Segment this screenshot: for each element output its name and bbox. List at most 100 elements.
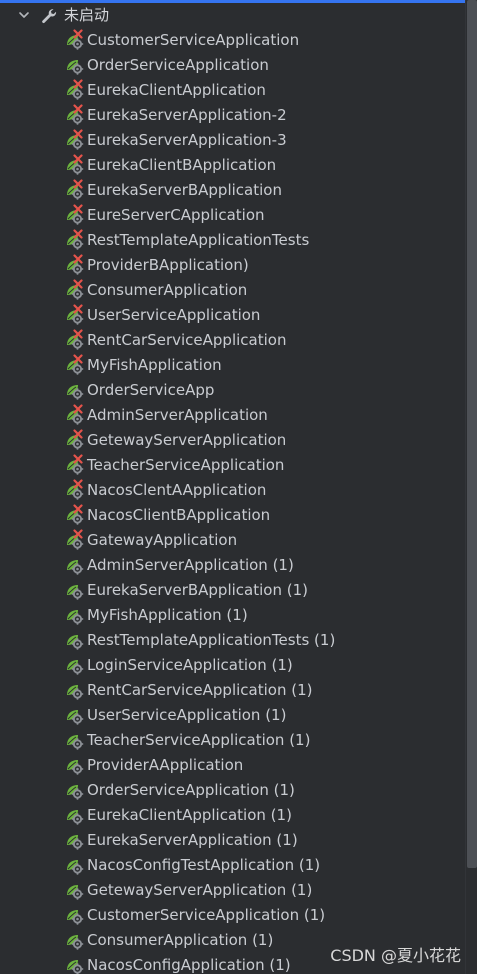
run-configuration-item[interactable]: GetewayServerApplication	[0, 428, 465, 453]
spring-boot-error-icon	[64, 529, 86, 551]
spring-boot-icon	[64, 679, 86, 701]
spring-boot-error-icon	[64, 79, 86, 101]
run-configuration-label: EureServerCApplication	[87, 206, 265, 224]
spring-boot-icon	[64, 604, 86, 626]
run-configuration-label: NacosConfigApplication (1)	[87, 956, 291, 974]
spring-boot-error-icon	[64, 129, 86, 151]
run-configuration-item[interactable]: EurekaServerApplication-3	[0, 128, 465, 153]
run-configuration-label: OrderServiceApplication (1)	[87, 781, 295, 799]
run-configuration-label: NacosClentAApplication	[87, 481, 267, 499]
run-configuration-label: CustomerServiceApplication	[87, 31, 300, 49]
run-configuration-item[interactable]: NacosClentAApplication	[0, 478, 465, 503]
spring-boot-icon	[64, 929, 86, 951]
run-configuration-item[interactable]: ConsumerApplication	[0, 278, 465, 303]
run-configuration-item[interactable]: TeacherServiceApplication (1)	[0, 728, 465, 753]
run-configuration-item[interactable]: EurekaServerApplication (1)	[0, 828, 465, 853]
run-configuration-label: OrderServiceApplication	[87, 56, 269, 74]
run-configuration-label: ConsumerApplication (1)	[87, 931, 274, 949]
spring-boot-icon	[64, 54, 86, 76]
spring-boot-icon	[64, 704, 86, 726]
run-configuration-item[interactable]: UserServiceApplication (1)	[0, 703, 465, 728]
spring-boot-error-icon	[64, 29, 86, 51]
run-configuration-item[interactable]: GetewayServerApplication (1)	[0, 878, 465, 903]
run-configuration-label: GetewayServerApplication (1)	[87, 881, 313, 899]
run-configuration-label: LoginServiceApplication (1)	[87, 656, 293, 674]
spring-boot-error-icon	[64, 354, 86, 376]
spring-boot-error-icon	[64, 179, 86, 201]
spring-boot-icon	[64, 879, 86, 901]
run-configuration-label: EurekaClientBApplication	[87, 156, 277, 174]
spring-boot-error-icon	[64, 479, 86, 501]
run-configuration-item[interactable]: RentCarServiceApplication	[0, 328, 465, 353]
run-configuration-label: EurekaServerBApplication	[87, 181, 282, 199]
spring-boot-icon	[64, 854, 86, 876]
spring-boot-error-icon	[64, 154, 86, 176]
run-configuration-item[interactable]: NacosClientBApplication	[0, 503, 465, 528]
run-configuration-item[interactable]: TeacherServiceApplication	[0, 453, 465, 478]
run-configuration-item[interactable]: CustomerServiceApplication	[0, 28, 465, 53]
run-configuration-label: EurekaServerApplication (1)	[87, 831, 298, 849]
spring-boot-icon	[64, 729, 86, 751]
spring-boot-error-icon	[64, 404, 86, 426]
run-configuration-item[interactable]: NacosConfigTestApplication (1)	[0, 853, 465, 878]
chevron-down-icon[interactable]	[16, 7, 32, 23]
vertical-scrollbar-thumb[interactable]	[467, 0, 477, 868]
run-configuration-item[interactable]: UserServiceApplication	[0, 303, 465, 328]
spring-boot-icon	[64, 629, 86, 651]
run-configuration-label: AdminServerApplication	[87, 406, 268, 424]
run-configuration-item[interactable]: GatewayApplication	[0, 528, 465, 553]
run-configuration-label: EurekaClientApplication	[87, 81, 266, 99]
run-configuration-label: CustomerServiceApplication (1)	[87, 906, 326, 924]
spring-boot-error-icon	[64, 204, 86, 226]
spring-boot-icon	[64, 779, 86, 801]
run-configuration-item[interactable]: EurekaServerBApplication	[0, 178, 465, 203]
run-configuration-item[interactable]: EurekaServerBApplication (1)	[0, 578, 465, 603]
run-configuration-label: AdminServerApplication (1)	[87, 556, 294, 574]
run-configuration-label: EurekaClientApplication (1)	[87, 806, 292, 824]
run-configuration-label: UserServiceApplication	[87, 306, 261, 324]
spring-boot-icon	[64, 954, 86, 974]
services-tree[interactable]: 未启动 CustomerServiceApplication OrderServi…	[0, 3, 465, 974]
run-configuration-item[interactable]: MyFishApplication (1)	[0, 603, 465, 628]
run-configuration-label: ProviderAApplication	[87, 756, 244, 774]
run-configuration-item[interactable]: EurekaClientApplication	[0, 78, 465, 103]
run-configuration-item[interactable]: OrderServiceApp	[0, 378, 465, 403]
spring-boot-error-icon	[64, 279, 86, 301]
spring-boot-icon	[64, 754, 86, 776]
run-configuration-item[interactable]: EureServerCApplication	[0, 203, 465, 228]
run-configuration-item[interactable]: OrderServiceApplication (1)	[0, 778, 465, 803]
run-configuration-item[interactable]: CustomerServiceApplication (1)	[0, 903, 465, 928]
run-configuration-item[interactable]: LoginServiceApplication (1)	[0, 653, 465, 678]
spring-boot-icon	[64, 579, 86, 601]
group-not-started[interactable]: 未启动	[0, 3, 465, 28]
run-configuration-item[interactable]: RentCarServiceApplication (1)	[0, 678, 465, 703]
run-configuration-item[interactable]: RestTemplateApplicationTests (1)	[0, 628, 465, 653]
run-configuration-label: EurekaServerApplication-3	[87, 131, 287, 149]
spring-boot-error-icon	[64, 104, 86, 126]
run-configuration-item[interactable]: MyFishApplication	[0, 353, 465, 378]
run-configuration-label: EurekaServerBApplication (1)	[87, 581, 308, 599]
wrench-icon	[42, 9, 57, 24]
run-configuration-item[interactable]: EurekaClientBApplication	[0, 153, 465, 178]
group-label: 未启动	[64, 6, 110, 24]
run-configuration-item[interactable]: ProviderAApplication	[0, 753, 465, 778]
run-configuration-item[interactable]: ProviderBApplication)	[0, 253, 465, 278]
run-configuration-item[interactable]: AdminServerApplication	[0, 403, 465, 428]
run-configuration-item[interactable]: RestTemplateApplicationTests	[0, 228, 465, 253]
run-configuration-label: MyFishApplication	[87, 356, 222, 374]
run-configuration-label: GetewayServerApplication	[87, 431, 287, 449]
spring-boot-icon	[64, 804, 86, 826]
spring-boot-error-icon	[64, 254, 86, 276]
run-configuration-label: UserServiceApplication (1)	[87, 706, 287, 724]
run-configuration-label: EurekaServerApplication-2	[87, 106, 287, 124]
spring-boot-error-icon	[64, 304, 86, 326]
run-configuration-item[interactable]: EurekaServerApplication-2	[0, 103, 465, 128]
run-configuration-label: TeacherServiceApplication (1)	[87, 731, 311, 749]
run-configuration-item[interactable]: OrderServiceApplication	[0, 53, 465, 78]
run-configuration-label: RentCarServiceApplication (1)	[87, 681, 313, 699]
run-configuration-label: RestTemplateApplicationTests	[87, 231, 310, 249]
run-configuration-label: NacosConfigTestApplication (1)	[87, 856, 321, 874]
run-configuration-label: ProviderBApplication)	[87, 256, 249, 274]
run-configuration-item[interactable]: EurekaClientApplication (1)	[0, 803, 465, 828]
run-configuration-item[interactable]: AdminServerApplication (1)	[0, 553, 465, 578]
